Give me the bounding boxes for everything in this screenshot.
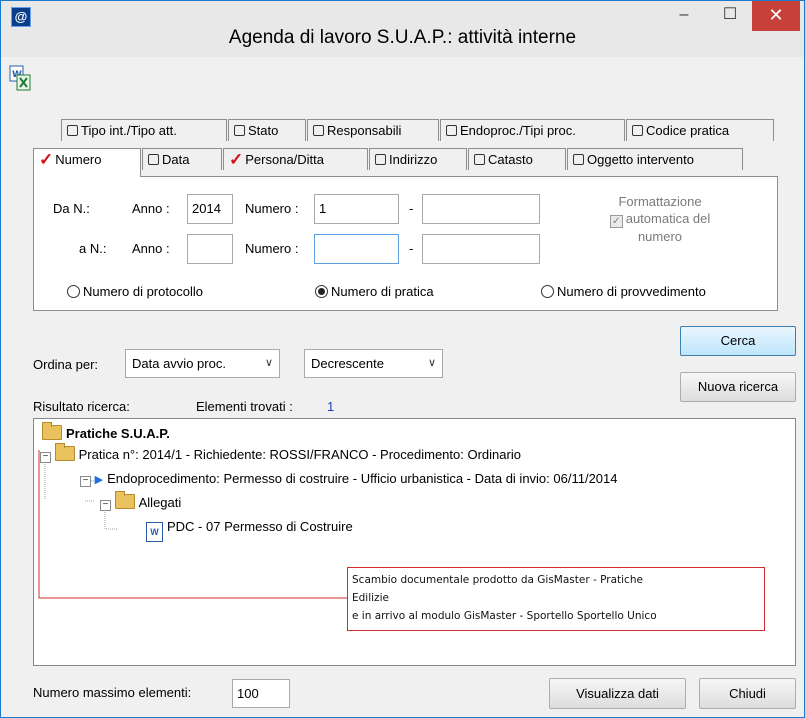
results-label: Risultato ricerca: [33, 399, 130, 414]
radio-selected-icon [315, 285, 328, 298]
checkbox-icon [446, 125, 457, 136]
checkbox-icon [234, 125, 245, 136]
radio-label: Numero di protocollo [83, 284, 203, 299]
red-check-icon: ✓ [39, 150, 54, 169]
tab-oggetto-intervento[interactable]: Oggetto intervento [567, 148, 743, 170]
format-option: Formattazione ✓ automatica del numero [595, 193, 725, 245]
sort-direction-value: Decrescente [311, 356, 384, 371]
a-numero-label: Numero : [245, 241, 299, 256]
title-bar: @ Agenda di lavoro S.U.A.P.: attività in… [1, 1, 804, 57]
disabled-checkbox-icon: ✓ [609, 215, 623, 228]
annotation-callout: Scambio documentale prodotto da GisMaste… [347, 567, 765, 631]
sort-field-select[interactable]: Data avvio proc. ∨ [125, 349, 280, 378]
excel-export-icon[interactable]: W [9, 65, 31, 91]
nuova-ricerca-button[interactable]: Nuova ricerca [680, 372, 796, 402]
max-elements-field[interactable]: 100 [232, 679, 290, 708]
tab-endoproc[interactable]: Endoproc./Tipi proc. [440, 119, 625, 141]
radio-label: Numero di pratica [331, 284, 434, 299]
tab-label: Tipo int./Tipo att. [81, 123, 177, 138]
minimize-button[interactable]: – [661, 1, 707, 31]
checkbox-icon [67, 125, 78, 136]
da-numero-field[interactable]: 1 [314, 194, 399, 224]
max-elements-label: Numero massimo elementi: [33, 685, 192, 700]
tab-label: Data [162, 152, 190, 167]
chevron-down-icon: ∨ [427, 357, 436, 369]
radio-protocollo[interactable]: Numero di protocollo [67, 284, 203, 299]
tab-responsabili[interactable]: Responsabili [307, 119, 439, 141]
a-label: a N.: [79, 241, 107, 256]
tab-stato[interactable]: Stato [228, 119, 306, 141]
app-icon: @ [11, 7, 31, 27]
tab-data[interactable]: Data [142, 148, 222, 170]
sort-label: Ordina per: [33, 357, 99, 372]
tab-label: Persona/Ditta [245, 152, 325, 167]
da-numero-label: Numero : [245, 201, 299, 216]
da-anno-field[interactable]: 2014 [187, 194, 233, 224]
tab-label: Responsabili [327, 123, 402, 138]
a-anno-label: Anno : [132, 241, 170, 256]
da-dash: - [409, 201, 414, 216]
checkbox-icon [474, 154, 485, 165]
tab-persona-ditta[interactable]: ✓ Persona/Ditta [223, 148, 368, 170]
da-label: Da N.: [53, 201, 90, 216]
radio-icon [541, 285, 554, 298]
checkbox-icon [313, 125, 324, 136]
tab-catasto[interactable]: Catasto [468, 148, 566, 170]
format-checkbox[interactable]: ✓ automatica del [595, 210, 725, 228]
tab-label: Numero [55, 152, 102, 167]
radio-provvedimento[interactable]: Numero di provvedimento [541, 284, 706, 299]
found-label: Elementi trovati : [196, 399, 293, 414]
radio-label: Numero di provvedimento [557, 284, 706, 299]
tab-label: Oggetto intervento [587, 152, 694, 167]
radio-icon [67, 285, 80, 298]
main-window: @ Agenda di lavoro S.U.A.P.: attività in… [0, 0, 805, 718]
annotation-line1: Scambio documentale prodotto da GisMaste… [352, 574, 643, 586]
tab-label: Catasto [488, 152, 533, 167]
tab-label: Endoproc./Tipi proc. [460, 123, 576, 138]
da-suffix-field[interactable] [422, 194, 540, 224]
a-numero-field[interactable] [314, 234, 399, 264]
tab-label: Codice pratica [646, 123, 730, 138]
cerca-button[interactable]: Cerca [680, 326, 796, 356]
format-checkbox-label: automatica del [625, 211, 711, 226]
chevron-down-icon: ∨ [264, 357, 273, 369]
annotation-line2: Edilizie [352, 592, 389, 604]
sort-direction-select[interactable]: Decrescente ∨ [304, 349, 443, 378]
annotation-line3: e in arrivo al modulo GisMaster - Sporte… [352, 610, 657, 622]
checkbox-icon [375, 154, 386, 165]
a-suffix-field[interactable] [422, 234, 540, 264]
tab-numero[interactable]: ✓ Numero [33, 148, 141, 177]
format-line1: Formattazione [618, 194, 702, 209]
tab-label: Indirizzo [389, 152, 438, 167]
checkbox-icon [632, 125, 643, 136]
a-anno-field[interactable] [187, 234, 233, 264]
radio-pratica[interactable]: Numero di pratica [315, 284, 434, 299]
tab-tipo-int[interactable]: Tipo int./Tipo att. [61, 119, 227, 141]
close-window-button[interactable]: ✕ [752, 1, 800, 31]
checkbox-icon [573, 154, 584, 165]
checkbox-icon [148, 154, 159, 165]
visualizza-dati-button[interactable]: Visualizza dati [549, 678, 686, 709]
format-line3: numero [637, 229, 683, 244]
a-dash: - [409, 241, 414, 256]
sort-field-value: Data avvio proc. [132, 356, 226, 371]
found-count: 1 [327, 399, 335, 414]
maximize-button[interactable]: ☐ [707, 1, 753, 31]
chiudi-button[interactable]: Chiudi [699, 678, 796, 709]
tab-label: Stato [248, 123, 279, 138]
tab-codice-pratica[interactable]: Codice pratica [626, 119, 774, 141]
da-anno-label: Anno : [132, 201, 170, 216]
red-check-icon: ✓ [229, 150, 244, 169]
tab-indirizzo[interactable]: Indirizzo [369, 148, 467, 170]
